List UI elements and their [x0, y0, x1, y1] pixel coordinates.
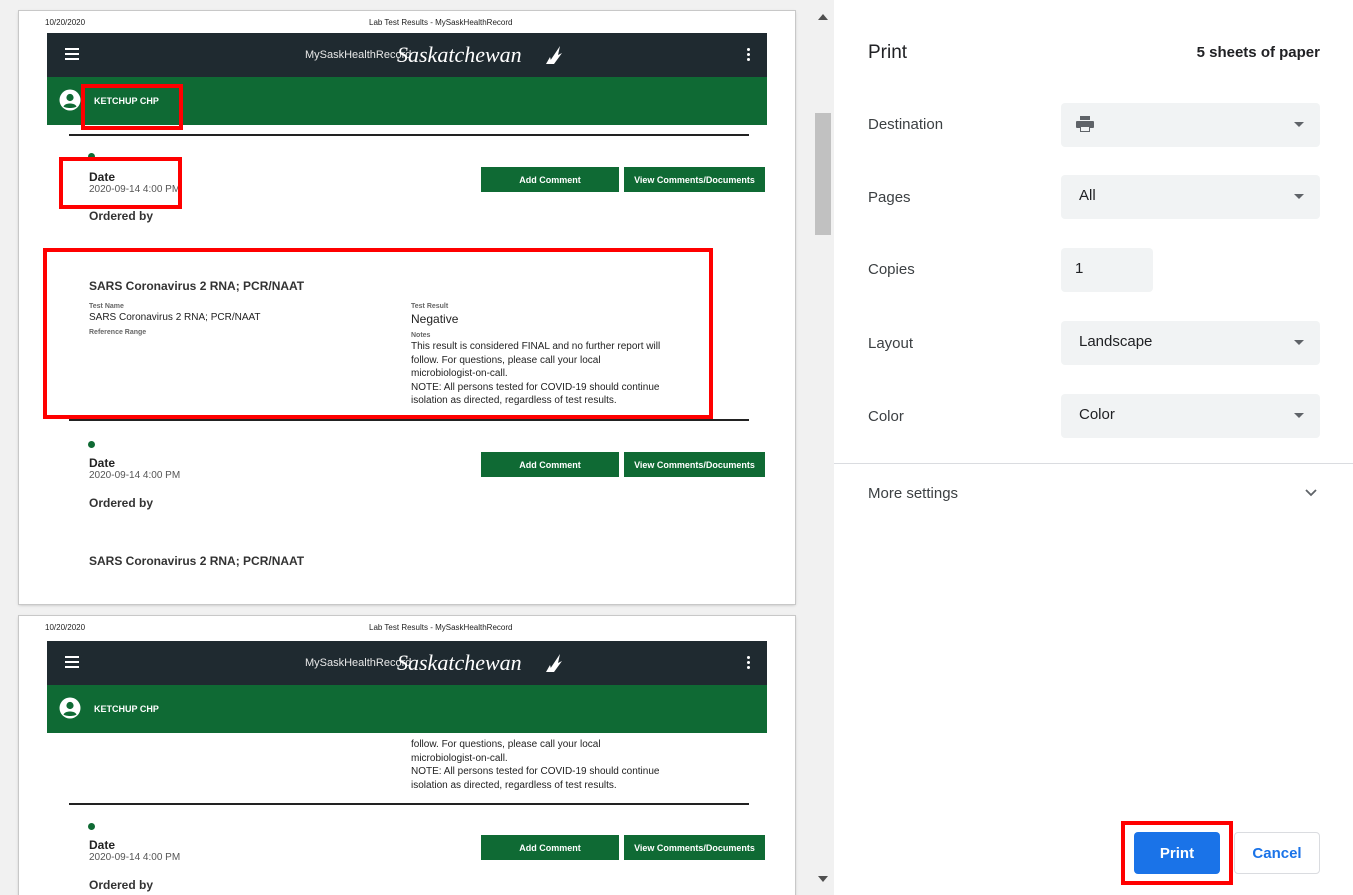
page-header-title: Lab Test Results - MySaskHealthRecord	[369, 18, 513, 27]
hamburger-menu-icon	[65, 45, 79, 63]
ordered-by-label: Ordered by	[89, 496, 154, 510]
copies-value: 1	[1075, 260, 1084, 277]
more-vert-icon	[747, 46, 751, 64]
saskatchewan-wheat-logo-icon	[546, 654, 562, 672]
lab-results-content: Date 2020-09-14 4:00 PM Ordered by Add C…	[47, 125, 767, 604]
date-value: 2020-09-14 4:00 PM	[89, 852, 181, 863]
date-label: Date	[89, 170, 116, 184]
preview-scrollbar[interactable]	[812, 0, 834, 895]
copies-label: Copies	[868, 261, 915, 278]
record-bullet-icon	[88, 441, 95, 448]
chevron-down-icon	[1294, 122, 1304, 127]
chevron-down-icon	[1294, 413, 1304, 418]
print-settings-panel: Print 5 sheets of paper Destination Page…	[834, 0, 1353, 895]
cancel-button[interactable]: Cancel	[1234, 832, 1320, 874]
user-name: KETCHUP CHP	[94, 96, 159, 106]
brand-saskatchewan: Saskatchewan	[397, 650, 522, 675]
test-name-value: SARS Coronavirus 2 RNA; PCR/NAAT	[89, 312, 261, 323]
scroll-up-arrow-icon[interactable]	[818, 14, 828, 20]
page-header-title: Lab Test Results - MySaskHealthRecord	[369, 623, 513, 632]
section-divider	[69, 134, 749, 136]
record-bullet-icon	[88, 153, 95, 160]
layout-select[interactable]: Landscape	[1061, 321, 1320, 365]
scroll-down-arrow-icon[interactable]	[818, 876, 828, 882]
pages-value: All	[1079, 187, 1096, 204]
notes-text-continued: follow. For questions, please call your …	[411, 739, 660, 791]
test-result-label: Test Result	[411, 303, 449, 310]
color-select[interactable]: Color	[1061, 394, 1320, 438]
view-comments-documents-button[interactable]: View Comments/Documents	[624, 835, 765, 860]
brand-mysaskhealthrecord: MySaskHealthRecord	[305, 49, 412, 61]
chevron-down-icon	[1294, 194, 1304, 199]
color-value: Color	[1079, 406, 1115, 423]
reference-range-label: Reference Range	[89, 329, 147, 336]
add-comment-button[interactable]: Add Comment	[481, 167, 619, 192]
more-vert-icon	[747, 654, 751, 672]
hamburger-menu-icon	[65, 653, 79, 671]
page-header-date: 10/20/2020	[45, 623, 86, 632]
layout-value: Landscape	[1079, 333, 1153, 350]
date-label: Date	[89, 838, 116, 852]
user-name: KETCHUP CHP	[94, 704, 159, 714]
add-comment-button[interactable]: Add Comment	[481, 452, 619, 477]
user-bar: KETCHUP CHP	[47, 685, 767, 733]
app-header-bar: MySaskHealthRecord Saskatchewan	[47, 641, 767, 685]
record-bullet-icon	[88, 823, 95, 830]
notes-text: This result is considered FINAL and no f…	[411, 341, 661, 406]
copies-input[interactable]: 1	[1061, 248, 1153, 292]
section-divider	[69, 419, 749, 421]
pages-label: Pages	[868, 189, 911, 206]
printer-icon	[1076, 116, 1094, 132]
color-label: Color	[868, 408, 904, 425]
lab-results-content: follow. For questions, please call your …	[47, 735, 767, 895]
date-label: Date	[89, 456, 116, 470]
test-result-value: Negative	[411, 312, 459, 326]
account-circle-icon	[59, 89, 81, 111]
settings-divider	[834, 463, 1353, 464]
brand-mysaskhealthrecord: MySaskHealthRecord	[305, 657, 412, 669]
user-bar: KETCHUP CHP	[47, 77, 767, 125]
scrollbar-thumb[interactable]	[815, 113, 831, 235]
print-preview-pane[interactable]: 10/20/2020 Lab Test Results - MySaskHeal…	[0, 0, 812, 895]
print-button[interactable]: Print	[1134, 832, 1220, 874]
layout-label: Layout	[868, 335, 914, 352]
notes-label: Notes	[411, 332, 431, 339]
test-title: SARS Coronavirus 2 RNA; PCR/NAAT	[89, 554, 305, 568]
preview-page-1: 10/20/2020 Lab Test Results - MySaskHeal…	[19, 11, 795, 604]
destination-select[interactable]	[1061, 103, 1320, 147]
page-header-date: 10/20/2020	[45, 18, 86, 27]
add-comment-button[interactable]: Add Comment	[481, 835, 619, 860]
pages-select[interactable]: All	[1061, 175, 1320, 219]
brand-saskatchewan: Saskatchewan	[397, 42, 522, 67]
more-settings-toggle[interactable]: More settings	[868, 485, 958, 502]
section-divider	[69, 803, 749, 805]
date-value: 2020-09-14 4:00 PM	[89, 470, 181, 481]
destination-label: Destination	[868, 116, 944, 133]
ordered-by-label: Ordered by	[89, 878, 154, 892]
app-header-bar: MySaskHealthRecord Saskatchewan	[47, 33, 767, 77]
expand-more-icon[interactable]	[1305, 488, 1317, 498]
test-title: SARS Coronavirus 2 RNA; PCR/NAAT	[89, 279, 305, 293]
sheet-count: 5 sheets of paper	[1196, 44, 1320, 61]
print-title: Print	[868, 42, 908, 63]
saskatchewan-wheat-logo-icon	[546, 46, 562, 64]
ordered-by-label: Ordered by	[89, 209, 154, 223]
preview-page-2: 10/20/2020 Lab Test Results - MySaskHeal…	[19, 616, 795, 895]
view-comments-documents-button[interactable]: View Comments/Documents	[624, 452, 765, 477]
chevron-down-icon	[1294, 340, 1304, 345]
account-circle-icon	[59, 697, 81, 719]
view-comments-documents-button[interactable]: View Comments/Documents	[624, 167, 765, 192]
test-name-label: Test Name	[89, 303, 124, 310]
date-value: 2020-09-14 4:00 PM	[89, 184, 181, 195]
